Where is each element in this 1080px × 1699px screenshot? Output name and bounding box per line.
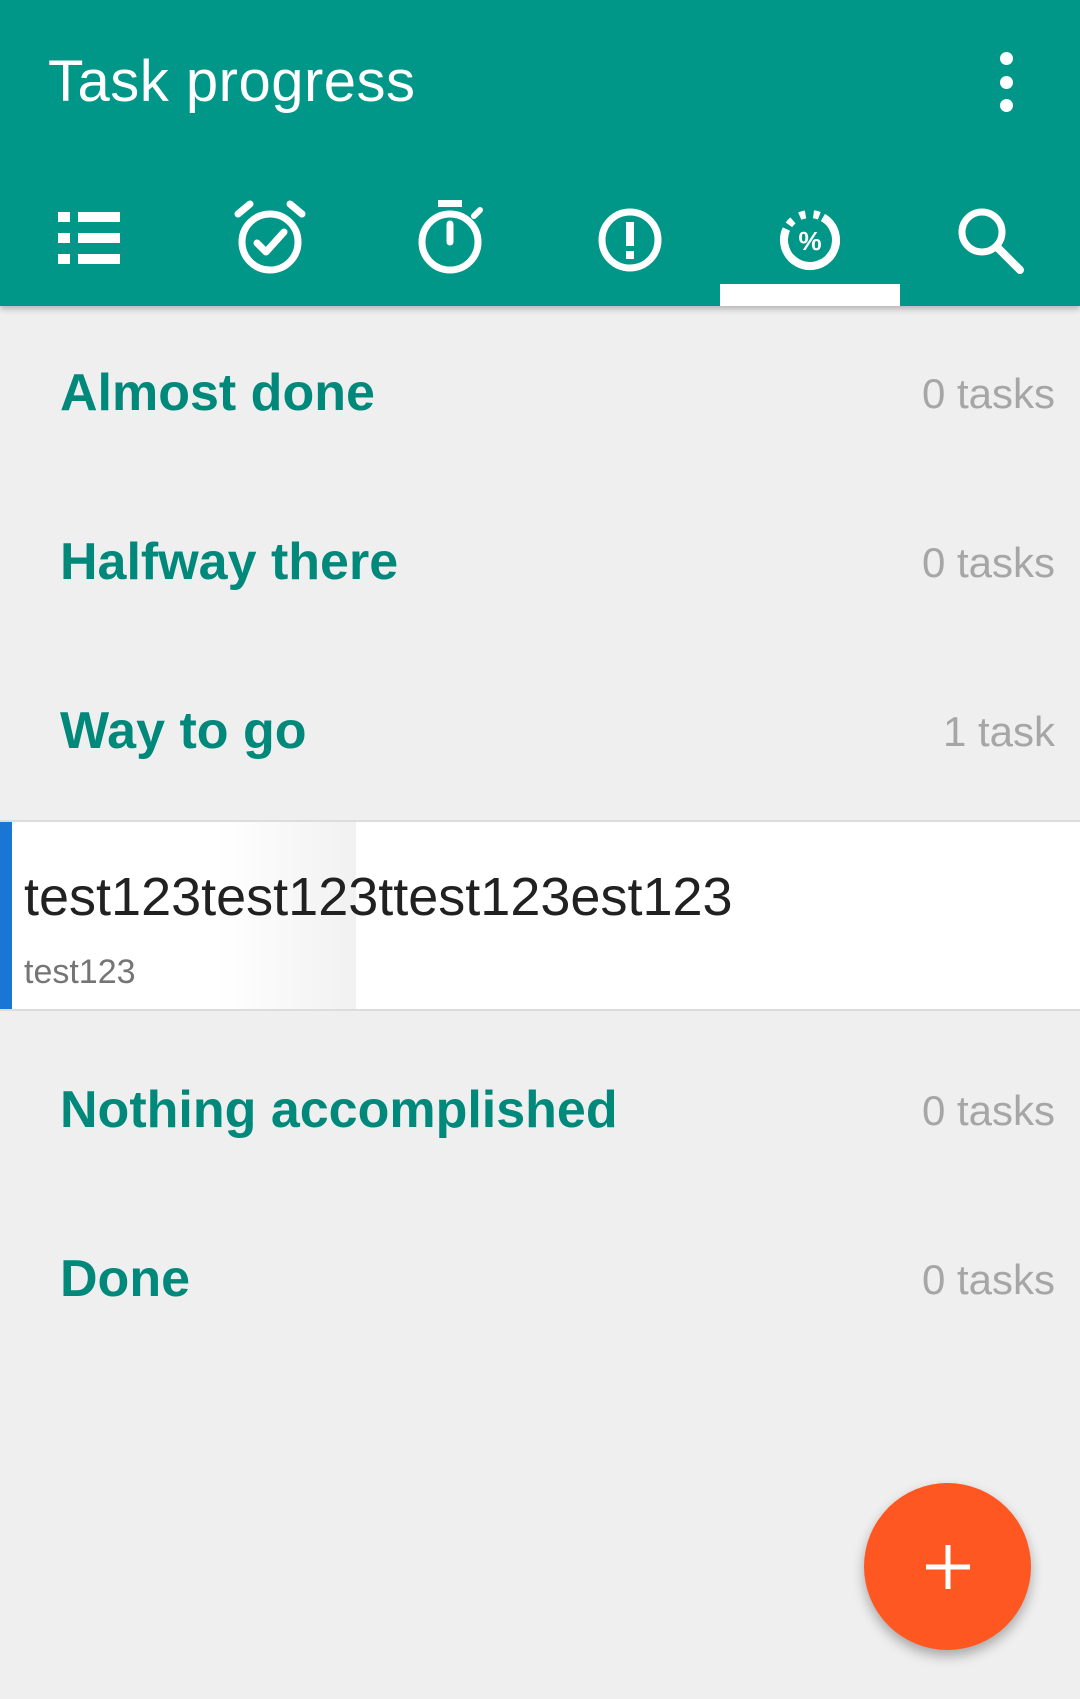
task-subtitle: test123 [24, 953, 136, 991]
section-count: 0 tasks [921, 1256, 1055, 1303]
tab-bar: % [0, 180, 1080, 306]
app-bar: Task progress % [0, 0, 1080, 306]
section-count: 0 tasks [921, 539, 1055, 586]
task-name: test123test123ttest123est123 [24, 867, 733, 927]
section-title: Way to go [60, 702, 307, 760]
task-list-item[interactable]: test123test123ttest123est123 test123 [0, 820, 1080, 1011]
tab-priority[interactable] [540, 180, 720, 306]
tab-selected-indicator [720, 284, 900, 306]
list-icon [58, 212, 120, 264]
add-icon [925, 1544, 970, 1589]
section-title: Halfway there [60, 533, 399, 591]
alarm-check-icon [234, 200, 306, 274]
section-almost-done[interactable]: Almost done 0 tasks [0, 333, 1080, 453]
section-way-to-go[interactable]: Way to go 1 task [0, 671, 1080, 791]
priority-bar [0, 822, 12, 1009]
tab-timer[interactable] [360, 180, 540, 306]
priority-exclamation-icon [598, 208, 662, 272]
page-title: Task progress [48, 49, 416, 114]
section-title: Nothing accomplished [60, 1081, 618, 1139]
tab-all-tasks[interactable] [0, 180, 180, 306]
more-vert-icon[interactable] [984, 52, 1028, 112]
section-halfway-there[interactable]: Halfway there 0 tasks [0, 502, 1080, 622]
section-nothing-accomplished[interactable]: Nothing accomplished 0 tasks [0, 1050, 1080, 1170]
search-icon [958, 208, 1024, 274]
section-count: 1 task [942, 708, 1055, 755]
section-done[interactable]: Done 0 tasks [0, 1219, 1080, 1339]
tab-progress[interactable]: % [720, 180, 900, 306]
section-count: 0 tasks [921, 370, 1055, 417]
section-title: Done [60, 1250, 190, 1308]
add-task-button[interactable] [864, 1483, 1031, 1650]
section-title: Almost done [60, 364, 375, 422]
timer-icon [418, 200, 483, 274]
tab-search[interactable] [900, 180, 1080, 306]
tab-reminders[interactable] [180, 180, 360, 306]
section-count: 0 tasks [921, 1087, 1055, 1134]
svg-text:%: % [798, 226, 821, 256]
progress-percent-icon: % [780, 210, 840, 270]
